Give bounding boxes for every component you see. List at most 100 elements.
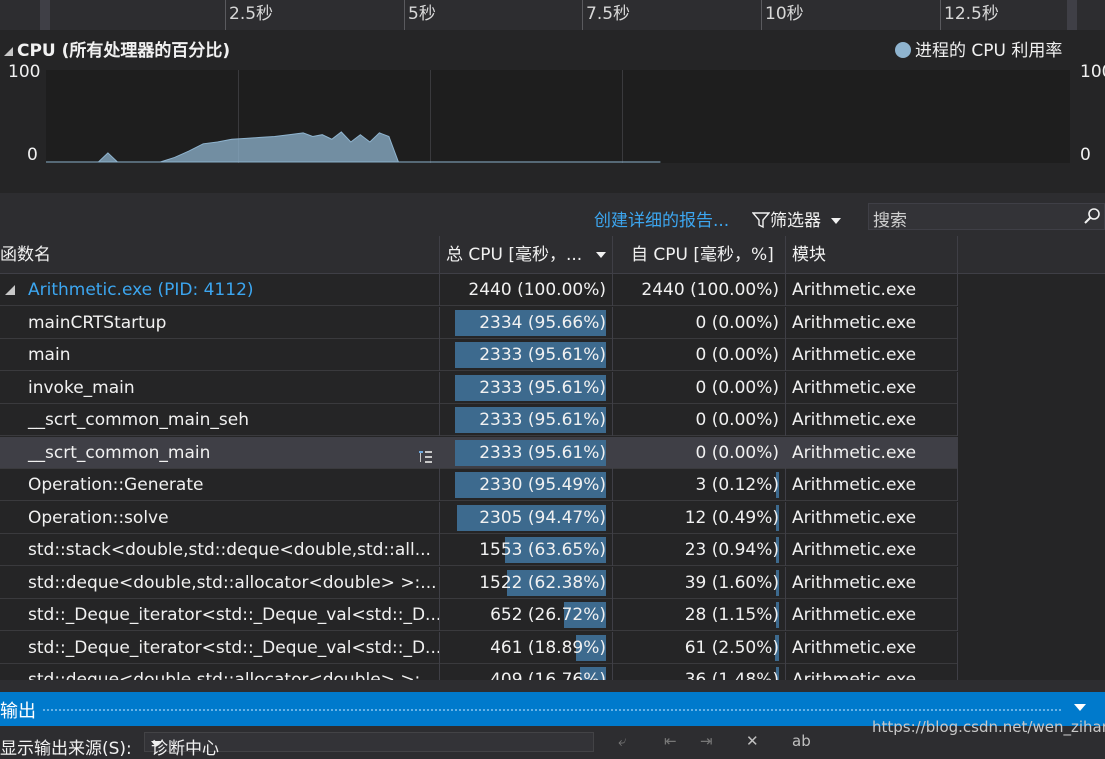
self-cpu-cell: 61 (2.50%) [613, 631, 786, 664]
column-header-label: 模块 [792, 245, 826, 265]
collapse-triangle-icon[interactable] [4, 47, 13, 56]
chevron-down-icon [831, 218, 842, 224]
module-cell: Arithmetic.exe [786, 371, 958, 404]
function-name: std::stack<double,std::deque<double,std:… [28, 540, 431, 560]
clear-all-icon[interactable]: ✕ [746, 732, 759, 750]
total-cpu-value: 1522 (62.38%) [479, 572, 606, 593]
column-header-self-cpu[interactable]: 自 CPU [毫秒，%] [613, 236, 786, 274]
module-name: Arithmetic.exe [792, 507, 917, 528]
table-row[interactable]: Operation::solve 2305 (94.47%) 12 (0.49%) A… [0, 501, 958, 534]
table-row[interactable]: __scrt_common_main 2333 (95.61%) 0 (0.00%)… [0, 436, 958, 469]
module-name: Arithmetic.exe [792, 605, 917, 625]
filter-button[interactable]: 筛选器 [751, 206, 842, 231]
self-cpu-value: 0 (0.00%) [695, 345, 780, 365]
cpu-usage-area [46, 131, 661, 163]
search-icon[interactable] [1082, 206, 1102, 226]
table-row[interactable]: mainCRTStartup 2334 (95.66%) 0 (0.00%) Arit… [0, 306, 958, 339]
table-row[interactable]: main 2333 (95.61%) 0 (0.00%) Arithmetic.exe [0, 339, 958, 371]
go-next-icon[interactable]: ⇥ [700, 732, 713, 750]
go-previous-icon[interactable]: ⇤ [664, 732, 677, 750]
total-cpu-value: 2333 (95.61%) [479, 345, 606, 365]
timeline-tick [225, 0, 226, 30]
function-name: invoke_main [28, 377, 135, 398]
output-source-select[interactable]: 诊断中心 [144, 732, 594, 759]
column-header-function-name[interactable]: 函数名 [0, 236, 440, 274]
cpu-chart-svg [46, 70, 661, 163]
column-header-module[interactable]: 模块 [786, 236, 958, 274]
self-cpu-value: 3 (0.12%) [695, 475, 780, 495]
function-name: main [28, 345, 71, 365]
create-report-link[interactable]: 创建详细的报告... [594, 206, 729, 231]
function-name: __scrt_common_main_seh [28, 410, 249, 430]
timeline-tick-label: 7.5秒 [586, 4, 631, 24]
module-cell: Arithmetic.exe [786, 339, 958, 371]
cpu-chart[interactable] [46, 70, 1070, 163]
column-header-total-cpu[interactable]: 总 CPU [毫秒，... [440, 236, 613, 274]
function-name-cell: __scrt_common_main_seh [0, 404, 440, 436]
column-header-label: 总 CPU [毫秒，... [446, 245, 583, 265]
word-wrap-icon[interactable]: ab [792, 732, 811, 750]
output-panel-title: 输出 [0, 701, 36, 722]
function-name-cell: std::_Deque_iterator<std::_Deque_val<std… [0, 631, 440, 664]
module-cell: Arithmetic.exe [786, 436, 958, 469]
table-row[interactable]: std::_Deque_iterator<std::_Deque_val<std… [0, 631, 958, 664]
table-row[interactable]: std::deque<double,std::allocator<double>… [0, 566, 958, 599]
module-name: Arithmetic.exe [792, 377, 917, 398]
module-cell: Arithmetic.exe [786, 306, 958, 339]
cpu-panel-title[interactable]: CPU (所有处理器的百分比) [4, 36, 230, 61]
function-table[interactable]: 函数名 总 CPU [毫秒，... 自 CPU [毫秒，%] 模块 Arithm… [0, 236, 1105, 680]
legend-dot-icon [895, 42, 911, 58]
function-name-cell: Operation::Generate [0, 469, 440, 501]
function-name-cell: __scrt_common_main [0, 436, 440, 469]
total-cpu-cell: 409 (16.76%) [440, 664, 613, 680]
timeline-tick-label: 10秒 [765, 4, 804, 24]
expand-triangle-icon[interactable] [5, 285, 15, 295]
total-cpu-cell: 1553 (63.65%) [440, 534, 613, 566]
legend-label: 进程的 CPU 利用率 [915, 41, 1063, 61]
function-name: __scrt_common_main [28, 442, 211, 463]
self-cpu-cell: 0 (0.00%) [613, 339, 786, 371]
self-cpu-value: 28 (1.15%) [684, 605, 779, 625]
total-cpu-value: 2334 (95.66%) [479, 312, 606, 333]
self-cpu-cell: 36 (1.48%) [613, 664, 786, 680]
timeline-tick-label: 5秒 [408, 4, 436, 24]
timeline-left-handle[interactable] [40, 0, 50, 30]
self-cpu-value: 0 (0.00%) [695, 312, 780, 333]
self-cpu-cell: 39 (1.60%) [613, 566, 786, 599]
output-panel-grip[interactable] [42, 708, 1062, 712]
search-input[interactable]: 搜索 [868, 203, 1105, 231]
self-cpu-value: 36 (1.48%) [684, 670, 779, 680]
module-cell: Arithmetic.exe [786, 631, 958, 664]
table-row[interactable]: std::stack<double,std::deque<double,std:… [0, 534, 958, 566]
function-name: std::deque<double,std::allocator<double>… [28, 670, 437, 680]
table-row[interactable]: std::_Deque_iterator<std::_Deque_val<std… [0, 599, 958, 631]
timeline-tick-label: 2.5秒 [229, 4, 274, 24]
module-name: Arithmetic.exe [792, 312, 917, 333]
table-row[interactable]: __scrt_common_main_seh 2333 (95.61%) 0 (0.… [0, 404, 958, 436]
module-name: Arithmetic.exe [792, 572, 917, 593]
self-cpu-cell: 23 (0.94%) [613, 534, 786, 566]
cpu-legend[interactable]: 进程的 CPU 利用率 [895, 36, 1062, 61]
prev-message-icon[interactable]: ⤶ [618, 732, 626, 750]
total-cpu-value: 2305 (94.47%) [479, 507, 606, 528]
self-cpu-value: 39 (1.60%) [684, 572, 779, 593]
module-cell: Arithmetic.exe [786, 501, 958, 534]
module-name: Arithmetic.exe [792, 280, 917, 300]
hot-path-icon[interactable] [417, 444, 433, 463]
chevron-down-icon [151, 741, 161, 747]
table-row[interactable]: Arithmetic.exe (PID: 4112) 2440 (100.00%)… [0, 274, 958, 306]
module-name: Arithmetic.exe [792, 442, 917, 463]
table-row[interactable]: std::deque<double,std::allocator<double>… [0, 664, 958, 680]
total-cpu-cell: 2333 (95.61%) [440, 404, 613, 436]
timeline-ruler[interactable]: 2.5秒 5秒 7.5秒 10秒 12.5秒 [0, 0, 1105, 30]
total-cpu-cell: 1522 (62.38%) [440, 566, 613, 599]
total-cpu-value: 2333 (95.61%) [479, 410, 606, 430]
timeline-right-handle[interactable] [1067, 0, 1077, 30]
function-name-cell: std::_Deque_iterator<std::_Deque_val<std… [0, 599, 440, 631]
table-row[interactable]: Operation::Generate 2330 (95.49%) 3 (0.12%… [0, 469, 958, 501]
panel-dropdown-icon[interactable] [1074, 704, 1086, 711]
function-name: Operation::Generate [28, 475, 204, 495]
self-cpu-cell: 0 (0.00%) [613, 404, 786, 436]
table-row[interactable]: invoke_main 2333 (95.61%) 0 (0.00%) Arithme… [0, 371, 958, 404]
self-cpu-value: 2440 (100.00%) [641, 280, 779, 300]
